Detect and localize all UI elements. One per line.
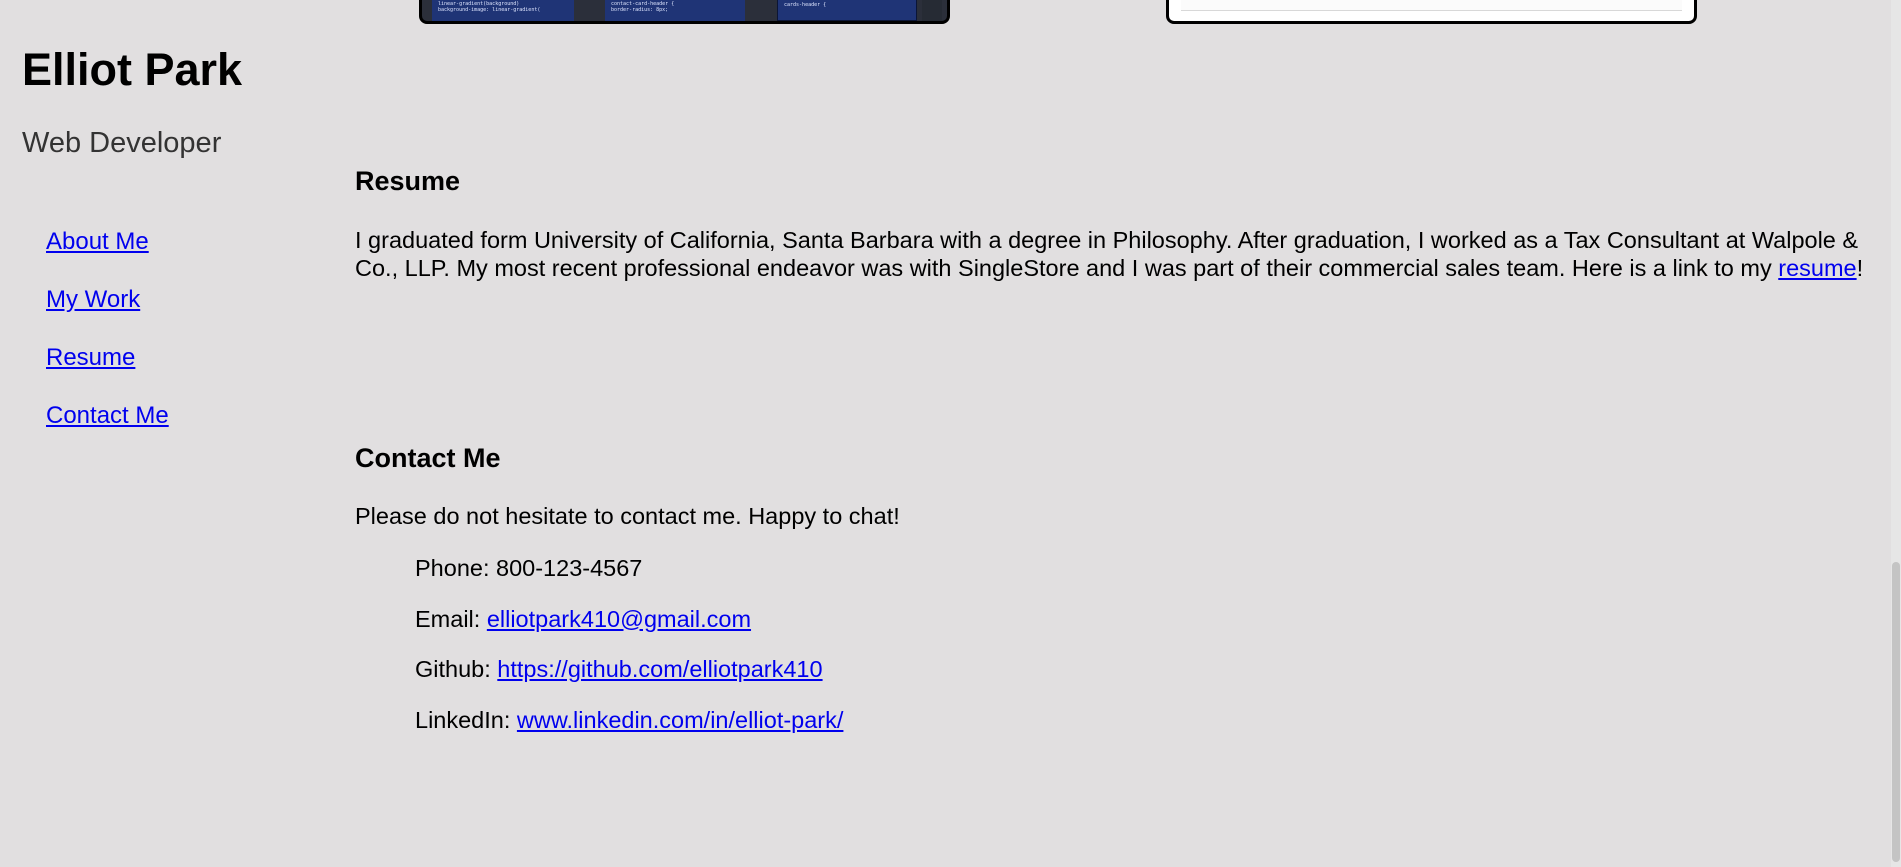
nav-item-my-work: My Work [46,283,169,341]
scrollbar-thumb[interactable] [1892,562,1900,862]
thumbnail-page-preview [1181,0,1682,11]
nav-link-resume[interactable]: Resume [46,344,135,371]
resume-heading: Resume [355,166,461,196]
code-line: border-radius: 8px; [611,7,669,13]
resume-link[interactable]: resume [1778,255,1856,281]
nav-link-about-me[interactable]: About Me [46,228,149,255]
code-panel: cards-header { [777,0,917,21]
code-panel: linear-gradient(background) background-i… [432,0,574,21]
resume-text: I graduated form University of Californi… [355,227,1859,281]
email-link[interactable]: elliotpark410@gmail.com [487,606,751,632]
resume-paragraph: I graduated form University of Californi… [355,226,1865,282]
code-panel: contact-card-header { border-radius: 8px… [605,0,745,21]
contact-github: Github: https://github.com/elliotpark410 [415,655,843,706]
site-name: Elliot Park [22,44,243,95]
vertical-scrollbar[interactable] [1891,0,1901,867]
code-panel-edge [922,0,942,21]
nav-item-about-me: About Me [46,225,169,283]
project-thumbnail-page[interactable] [1166,0,1697,24]
phone-label: Phone: [415,555,497,581]
site-role: Web Developer [22,127,222,159]
code-line: cards-header { [784,2,827,8]
project-thumbnail-code[interactable]: linear-gradient(background) background-i… [419,0,950,24]
nav-item-contact-me: Contact Me [46,399,169,457]
nav-item-resume: Resume [46,341,169,399]
email-label: Email: [415,605,487,632]
code-line: background-image: linear-gradient( [438,7,541,13]
contact-email: Email: elliotpark410@gmail.com [415,605,843,656]
nav-link-my-work[interactable]: My Work [46,286,140,313]
linkedin-label: LinkedIn: [415,706,517,733]
resume-text-end: ! [1856,255,1864,281]
contact-list: Phone: 800-123-4567 Email: elliotpark410… [415,554,843,756]
github-link[interactable]: https://github.com/elliotpark410 [497,656,822,682]
contact-heading: Contact Me [355,443,501,473]
nav-link-contact-me[interactable]: Contact Me [46,402,169,429]
github-label: Github: [415,656,498,682]
sidebar-nav: About Me My Work Resume Contact Me [46,225,169,457]
linkedin-link[interactable]: www.linkedin.com/in/elliot-park/ [517,707,844,733]
contact-intro: Please do not hesitate to contact me. Ha… [355,503,900,529]
contact-phone: Phone: 800-123-4567 [415,554,843,605]
phone-value: 800-123-4567 [496,555,643,581]
contact-linkedin: LinkedIn: www.linkedin.com/in/elliot-par… [415,706,843,757]
